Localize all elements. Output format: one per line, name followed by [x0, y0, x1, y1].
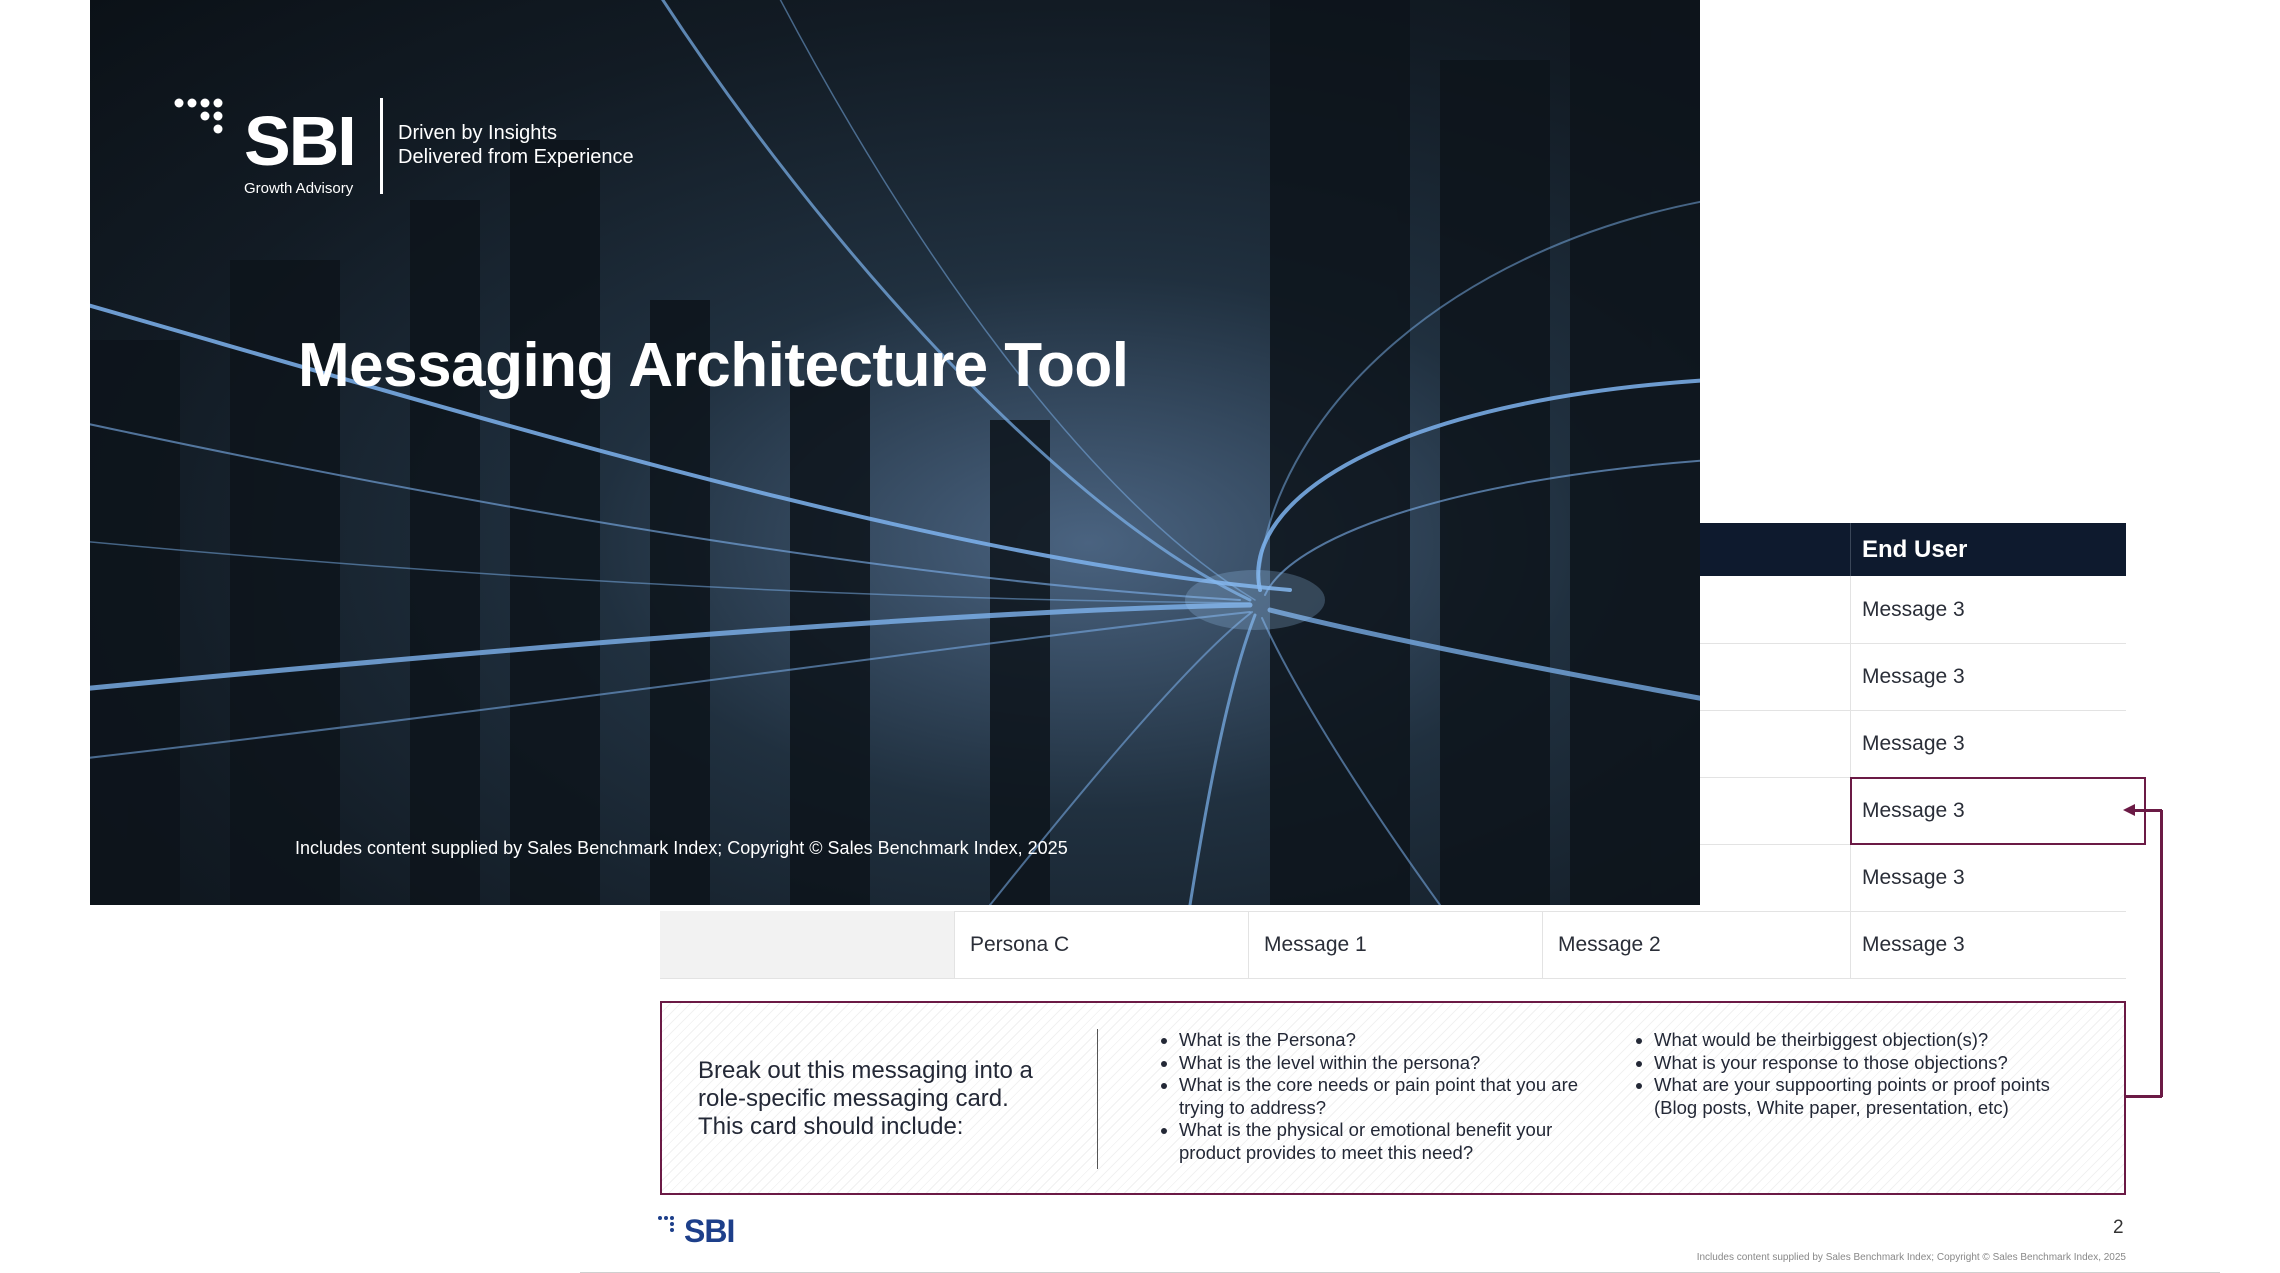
cover-copyright: Includes content supplied by Sales Bench…: [295, 838, 1068, 858]
row6-end: Message 3: [1862, 933, 1965, 956]
logo-dots-icon: [658, 1216, 674, 1232]
list-item: What is the physical or emotional benefi…: [1179, 1119, 1579, 1164]
connector-line: [2126, 1095, 2162, 1098]
logo-divider: [380, 98, 383, 194]
footer-logo-text: SBI: [684, 1213, 735, 1249]
arrow-left-icon: [2123, 804, 2135, 816]
list-item: What are your suppoorting points or proo…: [1654, 1074, 2074, 1119]
header-end-user: End User: [1862, 536, 1968, 563]
list-item: What is the Persona?: [1179, 1029, 1579, 1052]
table-row: Persona C Message 1 Message 2 Message 3: [660, 911, 2126, 979]
list-item: What would be theirbiggest objection(s)?: [1654, 1029, 2074, 1052]
row6-m1: Message 1: [1264, 933, 1367, 956]
logo-dots-icon: [174, 98, 223, 134]
row3-end: Message 3: [1862, 732, 1965, 755]
col-divider: [954, 911, 955, 978]
list-item: What is the core needs or pain point tha…: [1179, 1074, 1579, 1119]
header-divider: [1850, 523, 1851, 576]
cover-slide: SBI Growth Advisory Driven by Insights D…: [90, 0, 1700, 905]
tagline-2: Delivered from Experience: [398, 146, 634, 168]
cover-title: Messaging Architecture Tool: [298, 331, 1129, 400]
logo-subtext: Growth Advisory: [244, 180, 354, 197]
row2-end: Message 3: [1862, 665, 1965, 688]
footer-logo: SBI: [658, 1213, 735, 1250]
row5-end: Message 3: [1862, 866, 1965, 889]
footer-copyright: Includes content supplied by Sales Bench…: [1696, 1252, 2126, 1263]
card-lead-text: Break out this messaging into a role-spe…: [698, 1057, 1033, 1140]
card-list-1: What is the Persona? What is the level w…: [1157, 1029, 1579, 1164]
card-list-2: What would be theirbiggest objection(s)?…: [1632, 1029, 2074, 1119]
connector-line: [2160, 810, 2163, 1097]
col-divider: [1248, 911, 1249, 978]
row6-m2: Message 2: [1558, 933, 1661, 956]
list-item: What is the level within the persona?: [1179, 1052, 1579, 1075]
logo-text: SBI: [244, 102, 357, 180]
row6-persona: Persona C: [970, 933, 1070, 956]
col-divider: [1542, 911, 1543, 978]
row1-end: Message 3: [1862, 598, 1965, 621]
card-divider: [1097, 1029, 1098, 1169]
messaging-card-note: Break out this messaging into a role-spe…: [660, 1001, 2126, 1195]
row6-blank: [660, 911, 954, 978]
tagline-1: Driven by Insights: [398, 122, 557, 144]
list-item: What is your response to those objection…: [1654, 1052, 2074, 1075]
page-number: 2: [2113, 1217, 2124, 1238]
highlight-box: [1850, 777, 2146, 845]
